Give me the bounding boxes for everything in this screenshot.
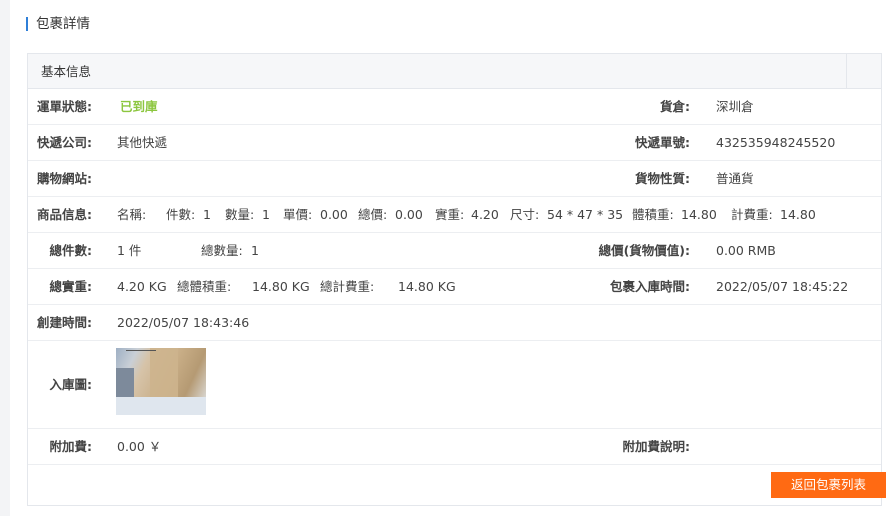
info-row-surcharge: 附加費: 0.00 ￥ 附加費說明: bbox=[28, 429, 881, 465]
tracking-value: 432535948245520 bbox=[716, 135, 836, 150]
inbound-time-label: 包裹入庫時間: bbox=[610, 279, 690, 294]
size-value: 54 * 47 * 35 bbox=[547, 207, 624, 222]
total-billed-weight-value: 14.80 KG bbox=[398, 279, 456, 294]
status-value: 已到庫 bbox=[120, 99, 158, 114]
info-row-totals: 總件數: 1 件 總數量: 1 總價(貨物價值): 0.00 RMB bbox=[28, 233, 881, 269]
total-qty-label: 總數量: bbox=[201, 243, 243, 258]
total-weight-value: 4.20 KG bbox=[117, 279, 167, 294]
inbound-time-value: 2022/05/07 18:45:22 bbox=[716, 279, 849, 294]
info-row-shop: 購物網站: 貨物性質: 普通貨 bbox=[28, 161, 881, 197]
goods-type-label: 貨物性質: bbox=[635, 171, 690, 186]
created-time-value: 2022/05/07 18:43:46 bbox=[117, 315, 250, 330]
actual-weight-value: 4.20 bbox=[471, 207, 499, 222]
package-detail-page: 包裹詳情 基本信息 運單狀態: 已到庫 貨倉: 深圳倉 快遞公司: 其他快遞 快… bbox=[10, 0, 895, 516]
qty-label: 數量: bbox=[225, 207, 255, 222]
inbound-photo-thumbnail[interactable] bbox=[116, 348, 206, 415]
card-title: 基本信息 bbox=[41, 64, 92, 79]
billed-weight-value: 14.80 bbox=[780, 207, 816, 222]
total-qty-value: 1 bbox=[251, 243, 259, 258]
info-row-status: 運單狀態: 已到庫 貨倉: 深圳倉 bbox=[28, 89, 881, 125]
total-value-label: 總價(貨物價值): bbox=[598, 243, 690, 258]
total-billed-weight-label: 總計費重: bbox=[320, 279, 375, 294]
surcharge-value: 0.00 ￥ bbox=[117, 439, 162, 454]
product-info-label: 商品信息: bbox=[37, 207, 92, 222]
courier-label: 快遞公司: bbox=[37, 135, 92, 150]
size-label: 尺寸: bbox=[510, 207, 540, 222]
total-price-label: 總價: bbox=[358, 207, 388, 222]
total-price-value: 0.00 bbox=[395, 207, 423, 222]
status-label: 運單狀態: bbox=[37, 99, 92, 114]
pieces-label: 件數: bbox=[166, 207, 196, 222]
warehouse-value: 深圳倉 bbox=[716, 99, 754, 114]
pieces-value: 1 bbox=[203, 207, 211, 222]
goods-type-value: 普通貨 bbox=[716, 171, 754, 186]
card-header: 基本信息 bbox=[28, 54, 881, 89]
total-value-value: 0.00 RMB bbox=[716, 243, 776, 258]
info-row-created: 創建時間: 2022/05/07 18:43:46 bbox=[28, 305, 881, 341]
total-pieces-value: 1 件 bbox=[117, 243, 142, 258]
info-row-product: 商品信息: 名稱: 件數: 1 數量: 1 單價: 0.00 總價: 0.00 … bbox=[28, 197, 881, 233]
page-title: 包裹詳情 bbox=[26, 14, 90, 34]
qty-value: 1 bbox=[262, 207, 270, 222]
created-time-label: 創建時間: bbox=[37, 315, 92, 330]
unit-price-label: 單價: bbox=[283, 207, 313, 222]
surcharge-label: 附加費: bbox=[49, 439, 93, 454]
info-row-weights: 總實重: 4.20 KG 總體積重: 14.80 KG 總計費重: 14.80 … bbox=[28, 269, 881, 305]
volume-weight-value: 14.80 bbox=[681, 207, 717, 222]
product-name-label: 名稱: bbox=[117, 207, 147, 222]
total-volume-weight-label: 總體積重: bbox=[177, 279, 232, 294]
volume-weight-label: 體積重: bbox=[632, 207, 674, 222]
total-weight-label: 總實重: bbox=[49, 279, 93, 294]
surcharge-note-label: 附加費說明: bbox=[622, 439, 691, 454]
tracking-label: 快遞單號: bbox=[635, 135, 690, 150]
warehouse-label: 貨倉: bbox=[660, 99, 690, 114]
actual-weight-label: 實重: bbox=[435, 207, 465, 222]
shop-site-label: 購物網站: bbox=[37, 171, 92, 186]
inbound-image-label: 入庫圖: bbox=[49, 377, 93, 392]
info-row-image: 入庫圖: bbox=[28, 341, 881, 429]
courier-value: 其他快遞 bbox=[117, 135, 168, 150]
header-divider bbox=[846, 54, 847, 88]
total-volume-weight-value: 14.80 KG bbox=[252, 279, 310, 294]
billed-weight-label: 計費重: bbox=[731, 207, 773, 222]
total-pieces-label: 總件數: bbox=[49, 243, 93, 258]
info-row-courier: 快遞公司: 其他快遞 快遞單號: 432535948245520 bbox=[28, 125, 881, 161]
unit-price-value: 0.00 bbox=[320, 207, 348, 222]
basic-info-card: 基本信息 運單狀態: 已到庫 貨倉: 深圳倉 快遞公司: 其他快遞 快遞單號: … bbox=[27, 53, 886, 506]
back-to-list-button[interactable]: 返回包裹列表 bbox=[771, 472, 886, 498]
